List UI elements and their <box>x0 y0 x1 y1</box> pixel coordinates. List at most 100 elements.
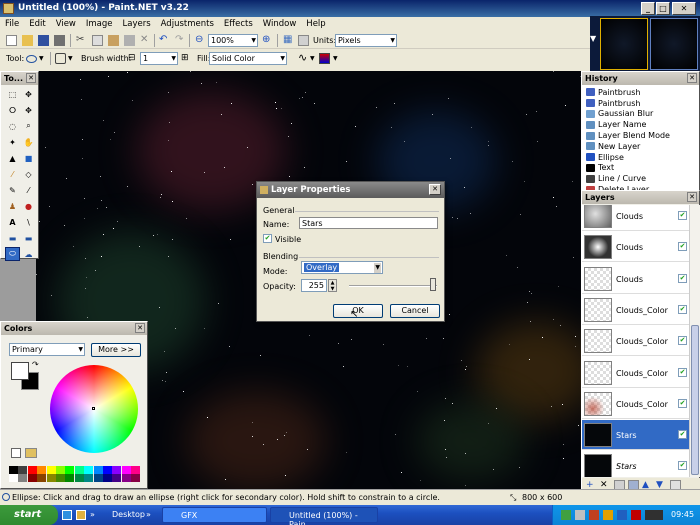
magic-wand-icon[interactable]: ✦ <box>5 135 20 149</box>
cancel-button[interactable]: Cancel <box>390 304 440 318</box>
start-button[interactable]: start <box>0 505 58 525</box>
palette-swatch[interactable] <box>27 474 37 482</box>
palette-swatch[interactable] <box>37 474 47 482</box>
paste-icon[interactable] <box>108 35 119 46</box>
menu-view[interactable]: View <box>51 17 81 29</box>
palette-swatch[interactable] <box>9 474 18 482</box>
tools-panel-close-icon[interactable]: ✕ <box>26 73 36 83</box>
print-icon[interactable] <box>54 35 65 46</box>
shape-style-dropdown-arrow[interactable]: ▼ <box>333 55 338 62</box>
more-colors-button[interactable]: More >> <box>91 343 141 357</box>
menu-effects[interactable]: Effects <box>219 17 258 29</box>
blend-mode-dropdown[interactable]: Overlay ▼ <box>301 261 383 274</box>
tray-messenger-icon[interactable] <box>617 510 627 520</box>
line-tool-icon[interactable]: \ <box>21 215 36 229</box>
palette-swatch[interactable] <box>121 474 131 482</box>
history-panel-close-icon[interactable]: ✕ <box>687 73 697 83</box>
color-picker-icon[interactable]: ⁄ <box>21 183 36 197</box>
layer-row[interactable]: Stars ✔ <box>582 420 689 451</box>
opacity-slider-thumb[interactable] <box>430 278 436 291</box>
copy-icon[interactable] <box>92 35 103 46</box>
menu-help[interactable]: Help <box>301 17 330 29</box>
line-style-dropdown-arrow[interactable]: ▼ <box>310 55 315 62</box>
dialog-close-button[interactable]: ✕ <box>429 184 441 195</box>
color-mode-dropdown[interactable]: Primary ▼ <box>9 343 85 356</box>
cut-icon[interactable]: ✂ <box>76 35 87 46</box>
color-wheel[interactable] <box>50 365 138 453</box>
layer-visible-checkbox[interactable]: ✔ <box>678 242 687 252</box>
layer-row[interactable]: Clouds ✔ <box>582 232 689 263</box>
eraser-icon[interactable]: ◇ <box>21 167 36 181</box>
layer-row[interactable]: Clouds ✔ <box>582 205 689 231</box>
desktop-toolbar-expand-icon[interactable]: » <box>146 510 151 519</box>
opacity-input[interactable]: 255 <box>301 279 327 292</box>
layers-scrollbar[interactable] <box>689 205 700 477</box>
desktop-toolbar[interactable]: Desktop <box>112 510 145 519</box>
text-tool-icon[interactable]: A <box>5 215 20 229</box>
color-palette[interactable] <box>9 466 141 482</box>
palette-swatch[interactable] <box>84 474 94 482</box>
swap-colors-icon[interactable]: ↷ <box>32 360 39 369</box>
layer-row[interactable]: Clouds_Color ✔ <box>582 389 689 419</box>
tray-monitor-icon[interactable] <box>645 510 663 520</box>
palette-swatch[interactable] <box>112 474 122 482</box>
layers-panel-close-icon[interactable]: ✕ <box>687 192 697 202</box>
layer-row[interactable]: Stars ✔ <box>582 451 689 477</box>
freeform-shape-icon[interactable]: ☁ <box>21 247 36 261</box>
visible-checkbox[interactable]: ✔ <box>263 234 272 243</box>
pencil-icon[interactable]: ✎ <box>5 183 20 197</box>
ellipse-tool-icon[interactable] <box>26 55 37 63</box>
menu-window[interactable]: Window <box>258 17 302 29</box>
clone-stamp-icon[interactable]: ♟ <box>5 199 20 213</box>
history-item[interactable]: Line / Curve <box>586 173 695 184</box>
palette-swatch[interactable] <box>93 474 103 482</box>
rulers-icon[interactable] <box>298 35 309 46</box>
thumbnail-menu-icon[interactable]: ▼ <box>590 34 596 43</box>
paintbrush-icon[interactable]: ⁄ <box>5 167 20 181</box>
units-dropdown[interactable]: Pixels ▼ <box>335 34 397 47</box>
layer-visible-checkbox[interactable]: ✔ <box>678 398 687 408</box>
history-item[interactable]: Paintbrush <box>586 98 695 109</box>
rectangle-tool-icon[interactable]: ▬ <box>5 231 20 245</box>
palette-swatch[interactable] <box>65 466 75 474</box>
tool-dropdown-arrow[interactable]: ▼ <box>39 55 44 62</box>
opacity-slider-track[interactable] <box>349 285 437 287</box>
layer-row[interactable]: Clouds ✔ <box>582 264 689 294</box>
palette-swatch[interactable] <box>9 466 18 474</box>
opacity-spinner[interactable]: ▲ ▼ <box>328 279 337 292</box>
recolor-icon[interactable]: ● <box>21 199 36 213</box>
palette-swatch[interactable] <box>103 474 112 482</box>
tray-app-icon[interactable] <box>589 510 599 520</box>
menu-file[interactable]: File <box>0 17 24 29</box>
task-paintnet[interactable]: Untitled (100%) - Pain... <box>270 507 378 525</box>
pan-icon[interactable]: ✋ <box>21 135 36 149</box>
history-item[interactable]: Paintbrush <box>586 87 695 98</box>
maximize-button[interactable]: □ <box>656 2 670 15</box>
ellipse-select-icon[interactable]: ◌ <box>5 119 20 133</box>
palette-swatch[interactable] <box>103 466 112 474</box>
palette-swatch[interactable] <box>65 474 75 482</box>
zoom-dropdown[interactable]: 100% ▼ <box>208 34 258 47</box>
palette-swatch[interactable] <box>27 466 37 474</box>
minimize-button[interactable]: _ <box>641 2 655 15</box>
palette-swatch[interactable] <box>46 474 56 482</box>
layer-visible-checkbox[interactable]: ✔ <box>678 461 687 471</box>
antialias-icon[interactable] <box>55 53 66 64</box>
open-icon[interactable] <box>22 35 33 46</box>
image-thumbnail-2[interactable] <box>650 18 698 70</box>
colors-panel-close-icon[interactable]: ✕ <box>135 323 145 333</box>
palette-menu-icon[interactable] <box>25 448 37 458</box>
history-item[interactable]: Gaussian Blur <box>586 109 695 120</box>
layers-scrollbar-thumb[interactable] <box>691 325 699 475</box>
new-icon[interactable] <box>6 35 17 46</box>
history-item[interactable]: New Layer <box>586 141 695 152</box>
quicklaunch-ie-icon[interactable] <box>62 510 72 520</box>
palette-swatch[interactable] <box>84 466 94 474</box>
reset-colors-icon[interactable] <box>11 448 21 458</box>
layer-row[interactable]: Clouds_Color ✔ <box>582 326 689 357</box>
gradient-icon[interactable]: ■ <box>21 151 36 165</box>
layer-visible-checkbox[interactable]: ✔ <box>678 304 687 314</box>
fill-dropdown[interactable]: Solid Color ▼ <box>209 52 287 65</box>
layer-visible-checkbox[interactable]: ✔ <box>678 211 687 220</box>
tray-network-icon[interactable] <box>561 510 571 520</box>
